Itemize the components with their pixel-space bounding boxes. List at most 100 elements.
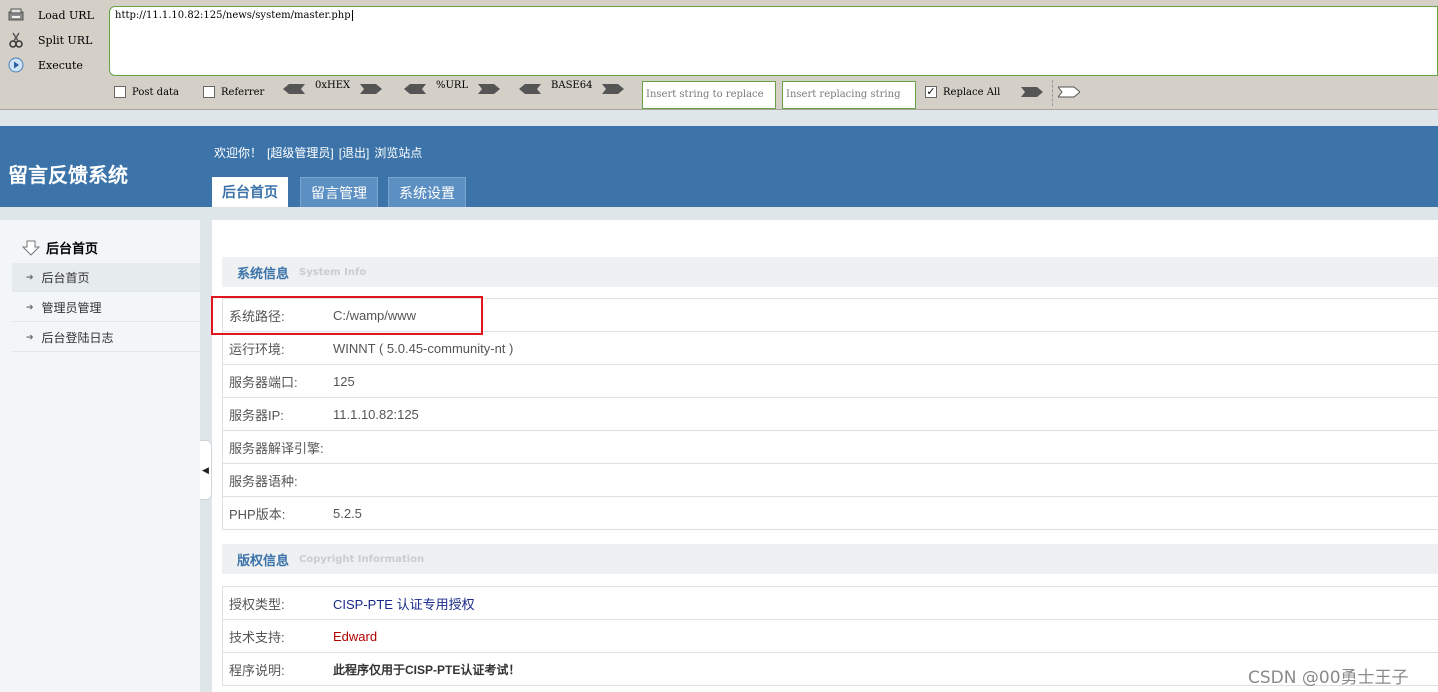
row-value: WINNT ( 5.0.45-community-nt )	[333, 340, 514, 356]
table-row: PHP版本: 5.2.5	[223, 497, 1438, 530]
find-string-input[interactable]: Insert string to replace	[642, 81, 776, 109]
table-row: 服务器解译引擎:	[223, 431, 1438, 464]
sidebar-item-login-log[interactable]: ➔ 后台登陆日志	[12, 323, 200, 352]
sidebar-item-label: 管理员管理	[41, 300, 102, 315]
execute-icon	[8, 57, 24, 73]
watermark: CSDN @00勇士王子	[1248, 668, 1409, 688]
row-key: 授权类型:	[229, 596, 285, 612]
row-value: 5.2.5	[333, 505, 362, 521]
hackbar-options-row: Post data Referrer 0xHEX %URL BASE64 Ins…	[0, 79, 1438, 109]
sidebar-heading-label: 后台首页	[46, 241, 99, 256]
bullet-arrow-icon: ➔	[26, 271, 34, 282]
row-key: PHP版本:	[229, 506, 286, 522]
referrer-checkbox[interactable]: Referrer	[203, 86, 264, 98]
row-key: 服务器语种:	[229, 473, 298, 489]
post-data-box	[114, 86, 126, 98]
tab-settings[interactable]: 系统设置	[388, 177, 466, 207]
load-url-button[interactable]: Load URL	[8, 4, 94, 26]
base64-label: BASE64	[551, 79, 593, 91]
bullet-arrow-icon: ➔	[26, 331, 34, 342]
url-text: http://11.1.10.82:125/news/system/master…	[115, 10, 351, 21]
sidebar-item-dashboard[interactable]: ➔ 后台首页	[12, 263, 200, 292]
annotation-highlight-box	[211, 296, 483, 335]
copyright-title: 版权信息	[237, 552, 290, 568]
table-row: 服务器语种:	[223, 464, 1438, 497]
browse-site-link[interactable]: 浏览站点	[374, 144, 422, 161]
sidebar-heading: 后台首页	[22, 238, 98, 257]
execute-button[interactable]: Execute	[8, 54, 83, 76]
base64-decode-arrow-icon[interactable]	[519, 83, 541, 95]
hex-label: 0xHEX	[315, 79, 351, 91]
row-key: 运行环境:	[229, 341, 285, 357]
toolbar-separator	[1052, 80, 1053, 106]
copyright-header: 版权信息 Copyright Information	[222, 544, 1438, 574]
system-info-subtitle: System Info	[299, 266, 367, 278]
replace-go-arrow-icon[interactable]	[1021, 86, 1043, 98]
urlencode-group: %URL	[404, 79, 501, 95]
role-link[interactable]: [超级管理员]	[267, 144, 334, 161]
main-content: 系统信息 System Info 系统路径: C:/wamp/www 运行环境: W…	[212, 220, 1438, 692]
sidebar-item-label: 后台登陆日志	[41, 330, 114, 345]
hex-encode-arrow-icon[interactable]	[360, 83, 383, 95]
replace-all-box: ✓	[925, 85, 937, 98]
next-arrow-icon[interactable]	[1058, 86, 1080, 98]
post-data-checkbox[interactable]: Post data	[114, 86, 179, 98]
row-key: 技术支持:	[229, 629, 285, 645]
base64-encode-arrow-icon[interactable]	[602, 83, 625, 95]
bullet-arrow-icon: ➔	[26, 301, 34, 312]
url-encode-arrow-icon[interactable]	[478, 83, 501, 95]
load-url-icon	[8, 7, 24, 23]
site-header: 留言反馈系统 欢迎你！ [超级管理员] [退出] 浏览站点 后台首页 留言管理 …	[0, 126, 1438, 207]
execute-label: Execute	[38, 58, 83, 72]
hackbar-toolbar: Load URL Split URL Execute http://11.1.1…	[0, 0, 1438, 110]
header-divider	[0, 207, 1438, 220]
split-url-label: Split URL	[38, 33, 93, 47]
license-link[interactable]: CISP-PTE 认证专用授权	[333, 594, 475, 613]
support-link[interactable]: Edward	[333, 629, 377, 644]
tab-messages[interactable]: 留言管理	[300, 177, 378, 207]
down-arrow-icon	[22, 240, 40, 256]
replace-all-checkbox[interactable]: ✓ Replace All	[925, 86, 1000, 98]
table-row: 技术支持: Edward	[223, 620, 1438, 653]
tab-dashboard[interactable]: 后台首页	[212, 177, 288, 207]
row-value: 此程序仅用于CISP-PTE认证考试！	[333, 662, 521, 677]
replace-all-label: Replace All	[943, 86, 1001, 98]
copyright-subtitle: Copyright Information	[299, 553, 425, 565]
row-key: 程序说明:	[229, 662, 285, 678]
row-value: 11.1.10.82:125	[333, 406, 419, 422]
hex-decode-arrow-icon[interactable]	[283, 83, 305, 95]
text-caret	[351, 10, 353, 21]
row-value: 125	[333, 373, 355, 389]
row-key: 服务器解译引擎:	[229, 440, 324, 456]
site-title: 留言反馈系统	[8, 165, 128, 187]
table-row: 服务器端口: 125	[223, 365, 1438, 398]
welcome-text: 欢迎你！	[214, 146, 263, 160]
split-url-icon	[8, 32, 24, 48]
post-data-label: Post data	[132, 86, 180, 98]
replace-string-input[interactable]: Insert replacing string	[782, 81, 916, 109]
table-row: 授权类型: CISP-PTE 认证专用授权	[223, 587, 1438, 620]
page-top-strip	[0, 110, 1438, 126]
system-info-header: 系统信息 System Info	[222, 257, 1438, 287]
welcome-bar: 欢迎你！ [超级管理员] [退出] 浏览站点	[214, 144, 422, 161]
row-key: 服务器IP:	[229, 407, 284, 423]
base64-group: BASE64	[519, 79, 625, 95]
table-row: 运行环境: WINNT ( 5.0.45-community-nt )	[223, 332, 1438, 365]
collapse-sidebar-toggle[interactable]: ◀	[200, 440, 212, 500]
urlencode-label: %URL	[436, 79, 469, 91]
row-key: 服务器端口:	[229, 374, 298, 390]
system-info-title: 系统信息	[237, 265, 290, 281]
url-textarea[interactable]: http://11.1.10.82:125/news/system/master…	[109, 6, 1438, 76]
logout-link[interactable]: [退出]	[339, 144, 370, 161]
load-url-label: Load URL	[38, 8, 94, 22]
hex-group: 0xHEX	[283, 79, 383, 95]
sidebar-item-admin-management[interactable]: ➔ 管理员管理	[12, 293, 200, 322]
referrer-box	[203, 86, 215, 98]
split-url-button[interactable]: Split URL	[8, 29, 92, 51]
sidebar-item-label: 后台首页	[41, 270, 90, 285]
collapse-left-icon: ◀	[202, 464, 209, 475]
table-row: 服务器IP: 11.1.10.82:125	[223, 398, 1438, 431]
sidebar: 后台首页 ➔ 后台首页 ➔ 管理员管理 ➔ 后台登陆日志	[0, 220, 200, 692]
url-decode-arrow-icon[interactable]	[404, 83, 426, 95]
referrer-label: Referrer	[221, 86, 265, 98]
